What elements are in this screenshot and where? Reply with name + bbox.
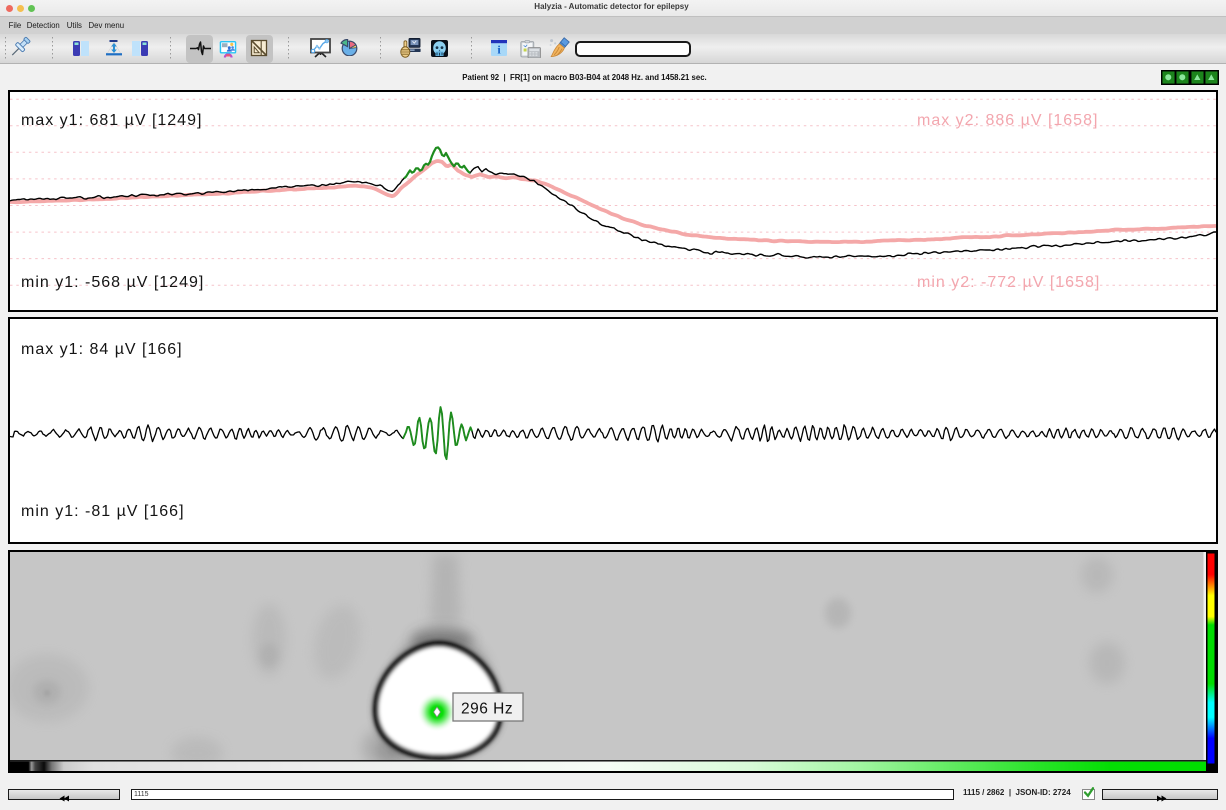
svg-text:296 Hz: 296 Hz bbox=[461, 701, 513, 718]
